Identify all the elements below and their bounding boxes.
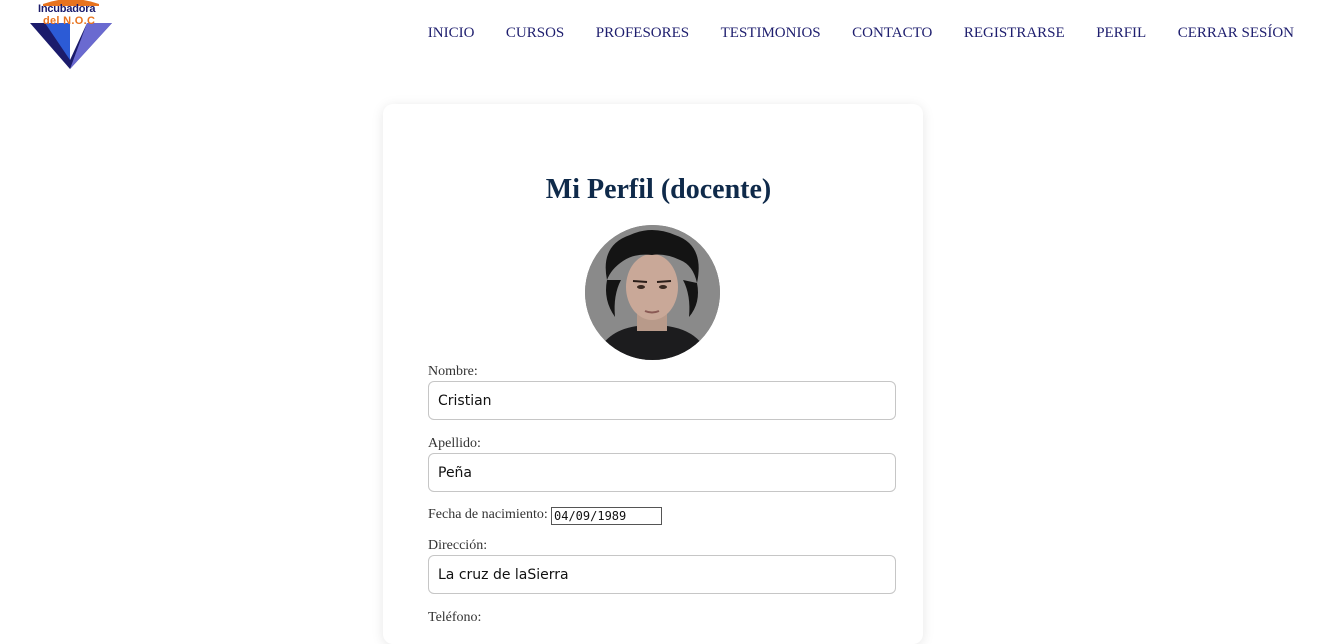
main-navigation: INICIO CURSOS PROFESORES TESTIMONIOS CON… xyxy=(396,24,1294,42)
telefono-label: Teléfono: xyxy=(428,610,482,625)
nav-link-cursos[interactable]: CURSOS xyxy=(506,24,564,42)
nombre-input[interactable] xyxy=(428,381,896,420)
logo-text-line1: Incubadora xyxy=(38,3,96,15)
avatar xyxy=(585,225,720,360)
fecha-nacimiento-input[interactable] xyxy=(551,507,662,525)
direccion-label: Dirección: xyxy=(428,538,488,553)
nav-link-perfil[interactable]: PERFIL xyxy=(1096,24,1146,42)
nav-link-contacto[interactable]: CONTACTO xyxy=(852,24,932,42)
nombre-label: Nombre: xyxy=(428,364,478,379)
logo-text-line2: del N.O.C xyxy=(43,15,96,27)
nav-link-cerrar-sesion[interactable]: CERRAR SESÍON xyxy=(1178,24,1294,42)
site-logo[interactable]: Incubadora del N.O.C xyxy=(29,0,113,70)
page-title: Mi Perfil (docente) xyxy=(545,174,772,205)
apellido-label: Apellido: xyxy=(428,436,481,451)
nav-link-inicio[interactable]: INICIO xyxy=(428,24,475,42)
nav-link-testimonios[interactable]: TESTIMONIOS xyxy=(721,24,821,42)
nav-link-profesores[interactable]: PROFESORES xyxy=(596,24,689,42)
fecha-nacimiento-label: Fecha de nacimiento: xyxy=(428,507,548,522)
apellido-input[interactable] xyxy=(428,453,896,492)
direccion-input[interactable] xyxy=(428,555,896,594)
profile-photo-icon xyxy=(585,225,720,360)
nav-link-registrarse[interactable]: REGISTRARSE xyxy=(964,24,1065,42)
